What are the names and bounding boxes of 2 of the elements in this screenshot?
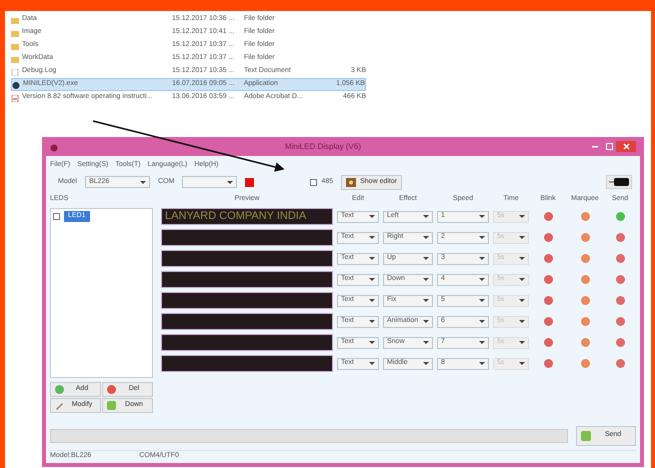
led-preview: LANYARD COMPANY INDIA [161,208,333,225]
window-title: MiniLED Display (V6) [284,142,362,150]
